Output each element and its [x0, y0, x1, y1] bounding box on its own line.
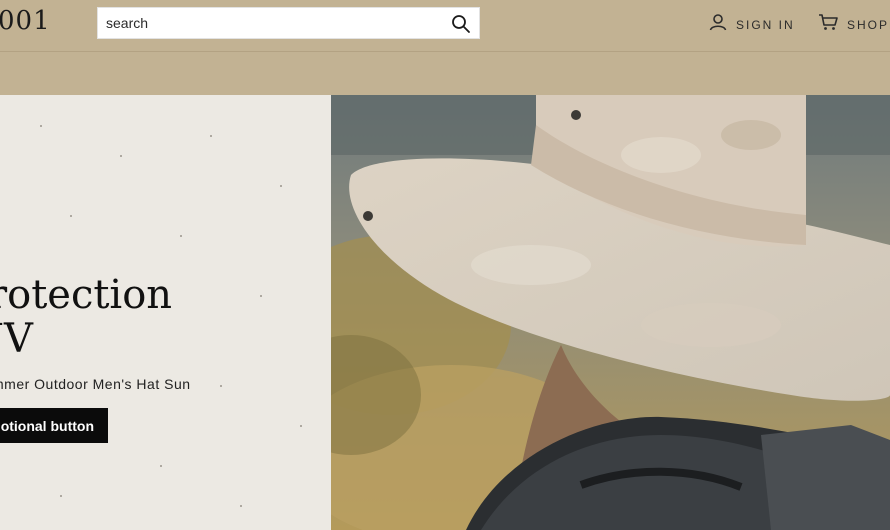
hat-photo-icon — [331, 95, 890, 530]
store-logo[interactable]: 001 — [0, 6, 51, 36]
user-icon — [709, 13, 727, 36]
cart-link[interactable]: SHOPP — [818, 13, 890, 36]
hero-text-panel: rotection JV mmer Outdoor Men's Hat Sun … — [0, 95, 331, 530]
cart-label: SHOPP — [847, 17, 890, 32]
site-header: 001 SIGN IN SHOPP — [0, 0, 890, 52]
navigation-bar — [0, 53, 890, 95]
hero-banner: rotection JV mmer Outdoor Men's Hat Sun … — [0, 95, 890, 530]
hero-cta-button[interactable]: otional button — [0, 408, 108, 443]
search-bar — [97, 7, 480, 39]
sign-in-label: SIGN IN — [736, 17, 795, 32]
search-icon[interactable] — [451, 14, 471, 34]
sign-in-link[interactable]: SIGN IN — [709, 13, 795, 36]
search-input[interactable] — [106, 8, 436, 38]
hero-image — [331, 95, 890, 530]
hero-subtitle: mmer Outdoor Men's Hat Sun — [0, 376, 191, 392]
hero-title: rotection JV — [0, 272, 173, 362]
shopping-cart-icon — [818, 13, 838, 36]
